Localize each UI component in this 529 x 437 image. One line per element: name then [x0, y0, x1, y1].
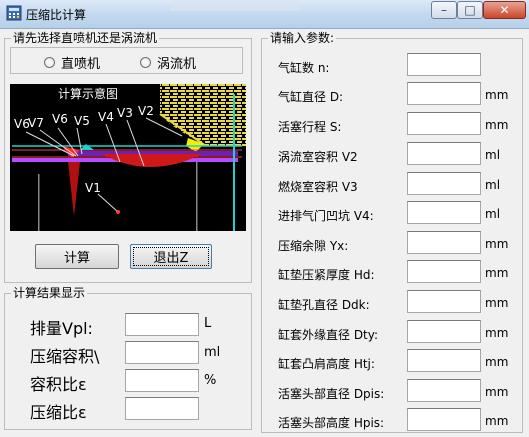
swirl-chamber-volume-unit: ml [485, 148, 501, 162]
diagram-label-v2: V2 [138, 104, 154, 118]
swirl-chamber-volume-label: 涡流室容积 V2 [278, 150, 358, 164]
piston-head-diameter-input[interactable] [407, 379, 481, 402]
cylinder-count-label: 气缸数 n: [278, 61, 330, 75]
compression-clearance-unit: mm [485, 237, 509, 251]
compression-ratio-output[interactable] [125, 397, 199, 420]
calculator-app-icon [6, 5, 22, 21]
direct-injection-label: 直喷机 [61, 57, 101, 72]
combustion-chamber-volume-input[interactable] [407, 172, 481, 195]
liner-shoulder-height-unit: mm [485, 355, 509, 369]
gasket-bore-diameter-input[interactable] [407, 290, 481, 313]
piston-stroke-label: 活塞行程 S: [278, 120, 342, 134]
combustion-chamber-volume-label: 燃烧室容积 V3 [278, 180, 358, 194]
valve-recess-volume-label: 进排气门凹坑 V4: [278, 209, 374, 223]
gasket-bore-diameter-label: 缸垫孔直径 Ddk: [278, 298, 370, 312]
swirl-chamber-radio[interactable]: 涡流机 [140, 53, 196, 72]
maximize-icon: □ [464, 3, 476, 17]
liner-shoulder-height-label: 缸套凸肩高度 Htj: [278, 357, 375, 371]
gasket-thickness-input[interactable] [407, 260, 481, 283]
liner-outer-diameter-unit: mm [485, 326, 509, 340]
cylinder-diameter-unit: mm [485, 88, 509, 102]
liner-shoulder-height-input[interactable] [407, 349, 481, 372]
volume-ratio-output[interactable] [125, 369, 199, 392]
gasket-bore-diameter-unit: mm [485, 296, 509, 310]
radio-circle-icon [140, 57, 151, 68]
diagram-title: 计算示意图 [58, 86, 118, 101]
calculate-button[interactable]: 计算 [35, 244, 119, 269]
volume-ratio-unit: % [204, 373, 217, 388]
minimize-button[interactable]: – [431, 1, 457, 19]
piston-stroke-input[interactable] [407, 112, 481, 135]
piston-head-height-input[interactable] [407, 408, 481, 431]
cylinder-diameter-input[interactable] [407, 82, 481, 105]
diagram-label-v6: V6 [52, 112, 68, 126]
piston-head-height-unit: mm [485, 414, 509, 428]
close-icon: ✕ [499, 3, 510, 17]
diagram-label-v4: V4 [98, 110, 114, 124]
cylinder-diameter-label: 气缸直径 D: [278, 90, 344, 104]
displacement-output[interactable] [125, 313, 199, 336]
volume-ratio-label: 容积比ε [30, 375, 87, 394]
exit-button[interactable]: 退出Z [130, 244, 212, 269]
results-group-label: 计算结果显示 [11, 286, 88, 300]
combustion-chamber-volume-unit: ml [485, 178, 501, 192]
liner-outer-diameter-input[interactable] [407, 320, 481, 343]
displacement-label: 排量Vpl: [30, 319, 93, 338]
compression-clearance-input[interactable] [407, 231, 481, 254]
title-bar-background-artifact [170, 1, 300, 11]
close-button[interactable]: ✕ [483, 1, 526, 19]
valve-recess-volume-input[interactable] [407, 201, 481, 224]
liner-outer-diameter-label: 缸套外缘直径 Dty: [278, 328, 379, 342]
gasket-thickness-unit: mm [485, 266, 509, 280]
swirl-chamber-volume-input[interactable] [407, 142, 481, 165]
window-title: 压缩比计算 [26, 8, 87, 22]
maximize-button[interactable]: □ [457, 1, 483, 19]
schematic-diagram: 计算示意图 V6 V7 V6 V5 V4 V3 V2 V1 [10, 84, 246, 231]
compression-ratio-label: 压缩比ε [30, 403, 87, 422]
direct-injection-radio[interactable]: 直喷机 [44, 53, 100, 72]
piston-head-diameter-label: 活塞头部直径 Dpis: [278, 387, 385, 401]
displacement-unit: L [204, 316, 212, 331]
piston-stroke-unit: mm [485, 118, 509, 132]
compression-clearance-label: 压缩余隙 Yx: [278, 239, 349, 253]
piston-head-height-label: 活塞头部高度 Hpis: [278, 416, 385, 430]
diagram-label-v7: V7 [28, 116, 44, 130]
minimize-icon: – [441, 3, 447, 17]
title-bar[interactable]: 压缩比计算 – □ ✕ [0, 0, 529, 29]
engine-type-group-label: 请先选择直喷机还是涡流机 [11, 31, 160, 45]
params-group-label: 请输入参数: [268, 31, 337, 45]
compression-volume-unit: ml [204, 345, 221, 360]
gasket-thickness-label: 缸垫压紧厚度 Hd: [278, 268, 375, 282]
schematic-drawing: 计算示意图 V6 V7 V6 V5 V4 V3 V2 V1 [12, 84, 246, 231]
diagram-label-v5: V5 [74, 114, 90, 128]
radio-circle-icon [44, 57, 55, 68]
diagram-label-v3: V3 [117, 106, 133, 120]
piston-head-diameter-unit: mm [485, 385, 509, 399]
swirl-chamber-label: 涡流机 [157, 57, 197, 72]
compression-volume-output[interactable] [125, 341, 199, 364]
cylinder-count-input[interactable] [407, 53, 481, 76]
valve-recess-volume-unit: ml [485, 207, 501, 221]
compression-volume-label: 压缩容积\ [30, 347, 100, 366]
diagram-label-v1: V1 [85, 181, 101, 195]
